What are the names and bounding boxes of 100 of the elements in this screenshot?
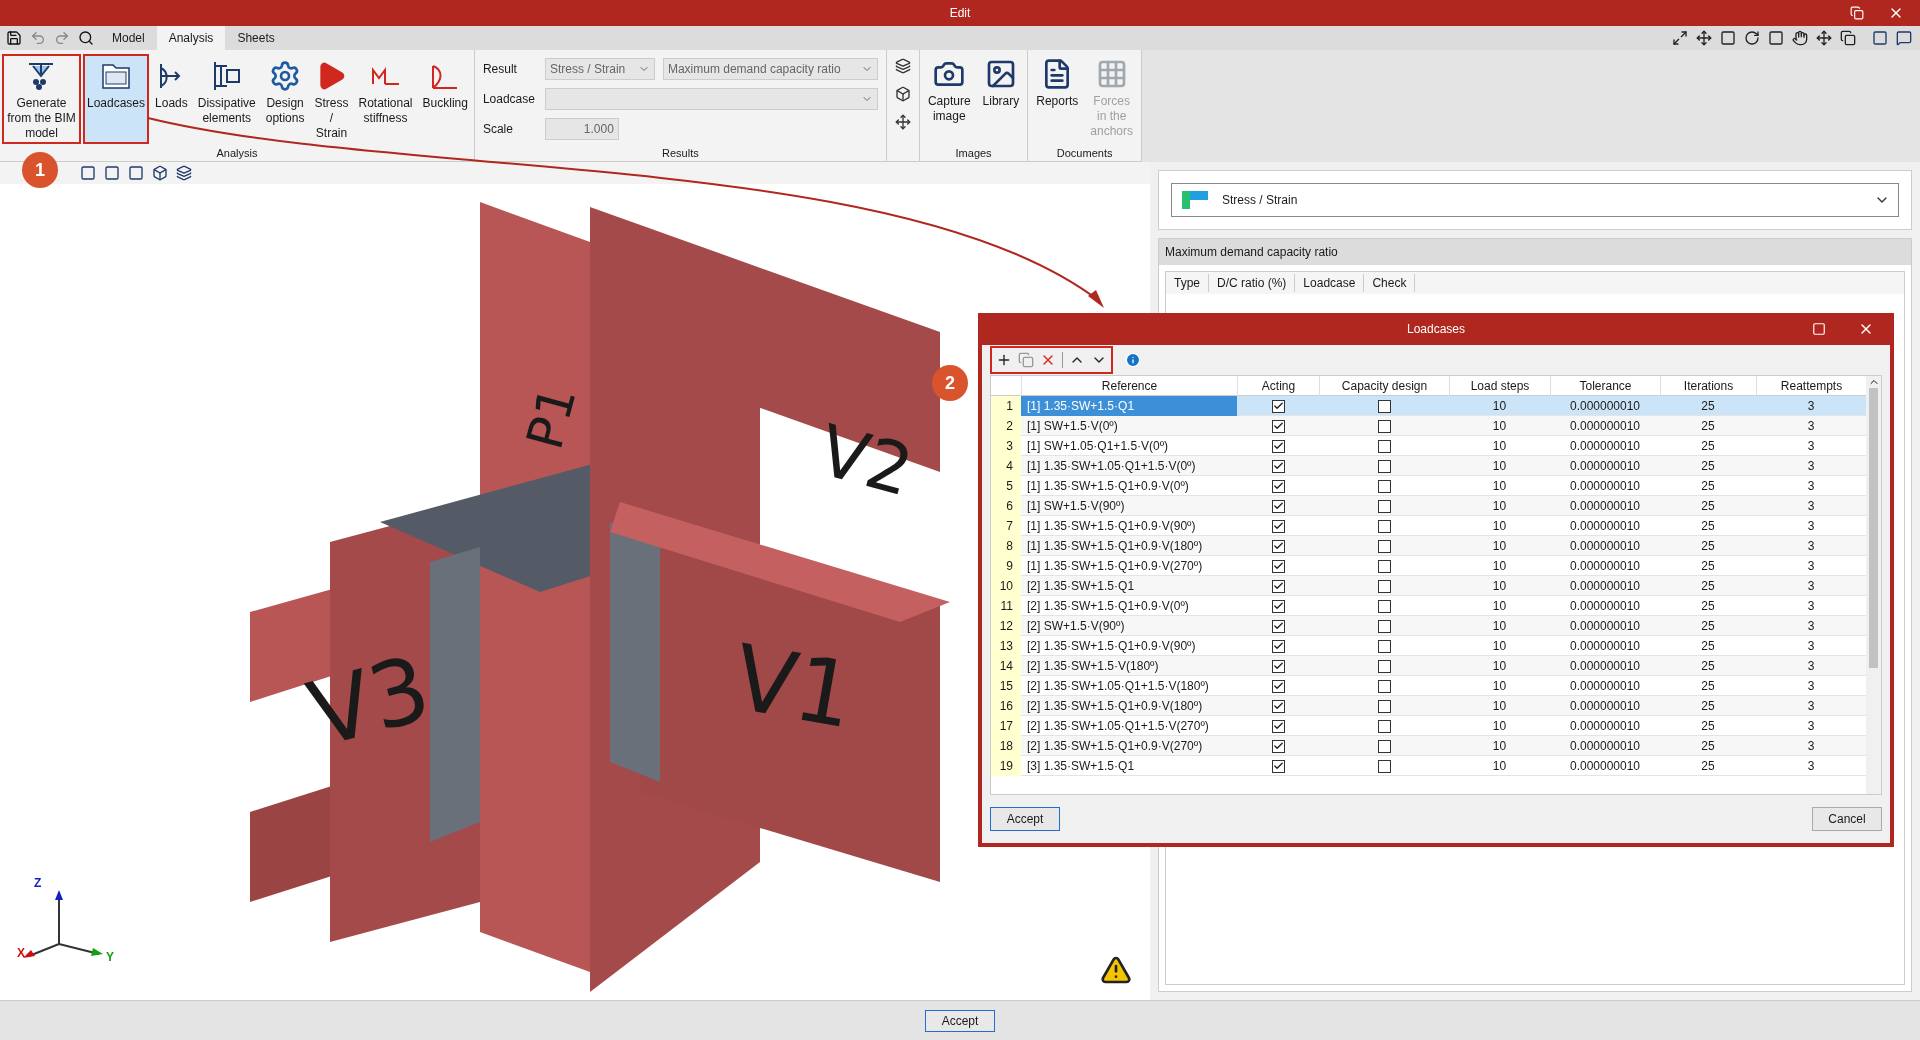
- view-tool-icon[interactable]: [1672, 30, 1688, 46]
- result-type-select[interactable]: Stress / Strain: [544, 58, 655, 80]
- checkbox[interactable]: [1377, 479, 1391, 493]
- column-header[interactable]: Type: [1166, 274, 1209, 292]
- checkbox[interactable]: [1271, 739, 1285, 753]
- checkbox[interactable]: [1377, 699, 1391, 713]
- box-icon[interactable]: [894, 86, 911, 102]
- stress-strain-select[interactable]: Stress / Strain: [1171, 183, 1899, 217]
- checkbox[interactable]: [1271, 759, 1285, 773]
- checkbox[interactable]: [1377, 579, 1391, 593]
- table-row[interactable]: 11 [2] 1.35·SW+1.5·Q1+0.9·V(0º) 10 0.000000010 25 3: [991, 596, 1866, 616]
- layers-icon[interactable]: [894, 58, 911, 74]
- checkbox[interactable]: [1271, 399, 1285, 413]
- table-row[interactable]: 4 [1] 1.35·SW+1.05·Q1+1.5·V(0º) 10 0.000000010 25 3: [991, 456, 1866, 476]
- checkbox[interactable]: [1377, 719, 1391, 733]
- ribbon-button[interactable]: Loadcases: [83, 54, 150, 144]
- table-row[interactable]: 17 [2] 1.35·SW+1.05·Q1+1.5·V(270º) 10 0.000000010 25 3: [991, 716, 1866, 736]
- table-row[interactable]: 14 [2] 1.35·SW+1.5·V(180º) 10 0.000000010 25 3: [991, 656, 1866, 676]
- view-mode-icon[interactable]: [80, 165, 96, 181]
- checkbox[interactable]: [1271, 499, 1285, 513]
- table-row[interactable]: 16 [2] 1.35·SW+1.5·Q1+0.9·V(180º) 10 0.000000010 25 3: [991, 696, 1866, 716]
- scale-field[interactable]: 1.000: [544, 118, 619, 140]
- table-row[interactable]: 12 [2] SW+1.5·V(90º) 10 0.000000010 25 3: [991, 616, 1866, 636]
- ribbon-tab[interactable]: Model: [100, 26, 157, 50]
- checkbox[interactable]: [1377, 619, 1391, 633]
- table-row[interactable]: 2 [1] SW+1.5·V(0º) 10 0.000000010 25 3: [991, 416, 1866, 436]
- column-header[interactable]: Loadcase: [1295, 274, 1365, 292]
- checkbox[interactable]: [1271, 419, 1285, 433]
- checkbox[interactable]: [1377, 399, 1391, 413]
- ribbon-button[interactable]: Loads: [151, 54, 192, 144]
- checkbox[interactable]: [1271, 659, 1285, 673]
- cancel-button[interactable]: Cancel: [1812, 807, 1882, 831]
- ribbon-button[interactable]: Design options: [261, 54, 309, 144]
- checkbox[interactable]: [1271, 679, 1285, 693]
- checkbox[interactable]: [1271, 559, 1285, 573]
- redo-icon[interactable]: [54, 30, 70, 46]
- checkbox[interactable]: [1377, 459, 1391, 473]
- checkbox[interactable]: [1377, 679, 1391, 693]
- add-icon[interactable]: [996, 352, 1012, 368]
- view-tool-icon[interactable]: [1840, 30, 1856, 46]
- checkbox[interactable]: [1271, 519, 1285, 533]
- ribbon-tab[interactable]: Analysis: [156, 26, 226, 50]
- checkbox[interactable]: [1271, 599, 1285, 613]
- table-row[interactable]: 15 [2] 1.35·SW+1.05·Q1+1.5·V(180º) 10 0.000000010 25 3: [991, 676, 1866, 696]
- table-row[interactable]: 1 [1] 1.35·SW+1.5·Q1 10 0.000000010 25 3: [991, 396, 1866, 416]
- table-row[interactable]: 19 [3] 1.35·SW+1.5·Q1 10 0.000000010 25 3: [991, 756, 1866, 776]
- checkbox[interactable]: [1377, 759, 1391, 773]
- checkbox[interactable]: [1377, 519, 1391, 533]
- ribbon-tab[interactable]: Sheets: [225, 26, 287, 50]
- view-tool-icon[interactable]: [1696, 30, 1712, 46]
- view-tool-icon[interactable]: [1744, 30, 1760, 46]
- table-row[interactable]: 9 [1] 1.35·SW+1.5·Q1+0.9·V(270º) 10 0.000000010 25 3: [991, 556, 1866, 576]
- checkbox[interactable]: [1377, 439, 1391, 453]
- checkbox[interactable]: [1271, 639, 1285, 653]
- checkbox[interactable]: [1271, 479, 1285, 493]
- column-header[interactable]: D/C ratio (%): [1209, 274, 1296, 292]
- checkbox[interactable]: [1271, 539, 1285, 553]
- column-header[interactable]: Check: [1364, 274, 1416, 292]
- save-icon[interactable]: [6, 30, 22, 46]
- ribbon-button[interactable]: Buckling: [418, 54, 472, 144]
- warning-icon[interactable]: [1100, 954, 1132, 986]
- info-icon[interactable]: [1125, 352, 1141, 368]
- checkbox[interactable]: [1271, 439, 1285, 453]
- checkbox[interactable]: [1377, 659, 1391, 673]
- move-icon[interactable]: [894, 114, 911, 130]
- undo-icon[interactable]: [30, 30, 46, 46]
- table-row[interactable]: 6 [1] SW+1.5·V(90º) 10 0.000000010 25 3: [991, 496, 1866, 516]
- checkbox[interactable]: [1271, 579, 1285, 593]
- ribbon-button[interactable]: Stress / Strain: [310, 54, 353, 144]
- table-row[interactable]: 10 [2] 1.35·SW+1.5·Q1 10 0.000000010 25 3: [991, 576, 1866, 596]
- checkbox[interactable]: [1377, 739, 1391, 753]
- checkbox[interactable]: [1271, 719, 1285, 733]
- frame-icon[interactable]: [1872, 30, 1888, 46]
- maximize-icon[interactable]: [1812, 322, 1826, 336]
- table-row[interactable]: 8 [1] 1.35·SW+1.5·Q1+0.9·V(180º) 10 0.000000010 25 3: [991, 536, 1866, 556]
- view-tool-icon[interactable]: [1720, 30, 1736, 46]
- table-row[interactable]: 7 [1] 1.35·SW+1.5·Q1+0.9·V(90º) 10 0.000000010 25 3: [991, 516, 1866, 536]
- checkbox[interactable]: [1377, 599, 1391, 613]
- view-mode-icon[interactable]: [176, 165, 192, 181]
- checkbox[interactable]: [1271, 699, 1285, 713]
- result-value-select[interactable]: Maximum demand capacity ratio: [662, 58, 878, 80]
- ribbon-button[interactable]: Dissipative elements: [193, 54, 260, 144]
- ribbon-button[interactable]: Library: [978, 54, 1024, 144]
- restore-icon[interactable]: [1850, 6, 1864, 20]
- table-row[interactable]: 5 [1] 1.35·SW+1.5·Q1+0.9·V(0º) 10 0.000000010 25 3: [991, 476, 1866, 496]
- checkbox[interactable]: [1377, 559, 1391, 573]
- view-tool-icon[interactable]: [1768, 30, 1784, 46]
- accept-button[interactable]: Accept: [924, 1009, 996, 1032]
- comment-icon[interactable]: [1896, 30, 1912, 46]
- view-mode-icon[interactable]: [104, 165, 120, 181]
- view-mode-icon[interactable]: [152, 165, 168, 181]
- table-row[interactable]: 13 [2] 1.35·SW+1.5·Q1+0.9·V(90º) 10 0.000000010 25 3: [991, 636, 1866, 656]
- view-mode-icon[interactable]: [128, 165, 144, 181]
- checkbox[interactable]: [1377, 499, 1391, 513]
- checkbox[interactable]: [1377, 639, 1391, 653]
- ribbon-button[interactable]: Capture image: [923, 54, 975, 144]
- ribbon-button[interactable]: Reports: [1032, 54, 1083, 144]
- scrollbar[interactable]: [1866, 376, 1881, 794]
- checkbox[interactable]: [1377, 539, 1391, 553]
- checkbox[interactable]: [1271, 459, 1285, 473]
